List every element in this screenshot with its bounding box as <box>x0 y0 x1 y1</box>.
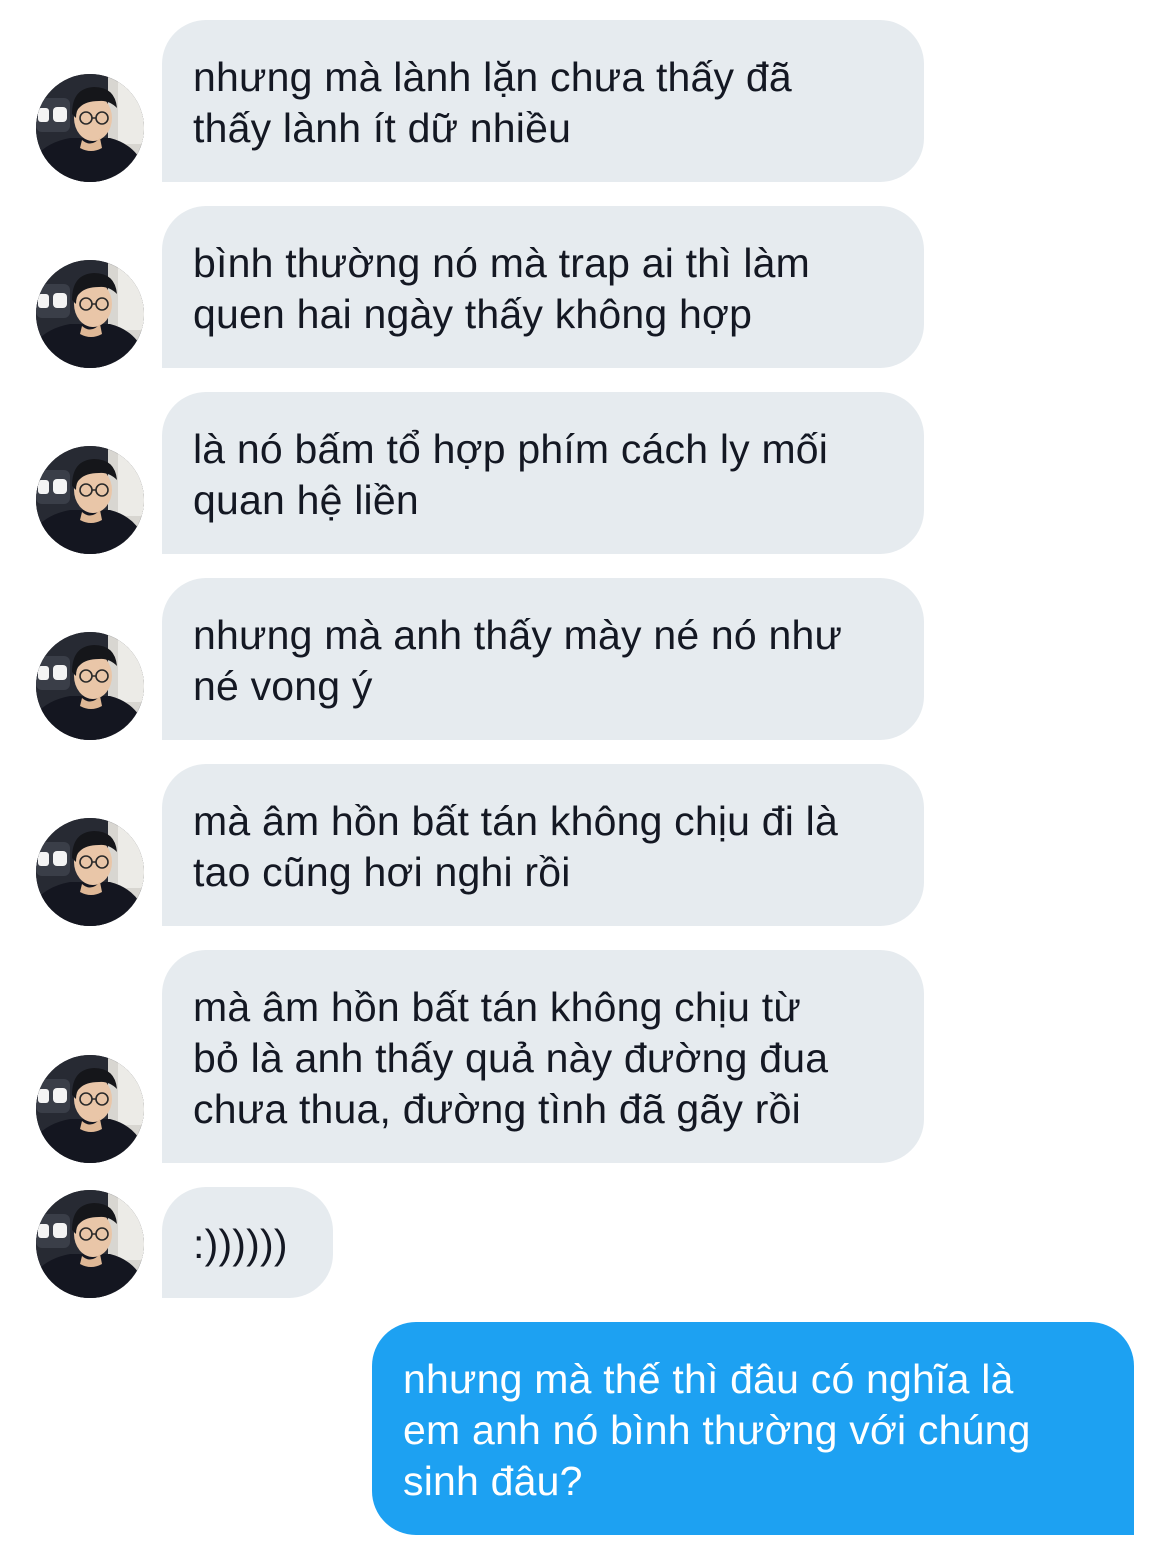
sender-avatar[interactable] <box>36 446 144 554</box>
conversation-thread: nhưng mà lành lặn chưa thấy đã thấy lành… <box>0 0 1170 1545</box>
profile-photo-icon <box>36 74 144 182</box>
sender-avatar[interactable] <box>36 1055 144 1163</box>
profile-photo-icon <box>36 260 144 368</box>
profile-photo-icon <box>36 818 144 926</box>
incoming-message-bubble[interactable]: là nó bấm tổ hợp phím cách ly mối quan h… <box>162 392 924 554</box>
sender-avatar[interactable] <box>36 632 144 740</box>
incoming-message-bubble[interactable]: nhưng mà lành lặn chưa thấy đã thấy lành… <box>162 20 924 182</box>
sender-avatar[interactable] <box>36 1190 144 1298</box>
profile-photo-icon <box>36 1190 144 1298</box>
profile-photo-icon <box>36 632 144 740</box>
profile-photo-icon <box>36 1055 144 1163</box>
outgoing-message-bubble[interactable]: nhưng mà thế thì đâu có nghĩa là em anh … <box>372 1322 1134 1535</box>
profile-photo-icon <box>36 446 144 554</box>
sender-avatar[interactable] <box>36 260 144 368</box>
incoming-message-bubble[interactable]: nhưng mà anh thấy mày né nó như né vong … <box>162 578 924 740</box>
incoming-message-bubble[interactable]: mà âm hồn bất tán không chịu từ bỏ là an… <box>162 950 924 1163</box>
incoming-message-bubble[interactable]: bình thường nó mà trap ai thì làm quen h… <box>162 206 924 368</box>
sender-avatar[interactable] <box>36 818 144 926</box>
sender-avatar[interactable] <box>36 74 144 182</box>
incoming-message-bubble[interactable]: :)))))) <box>162 1187 333 1298</box>
incoming-message-bubble[interactable]: mà âm hồn bất tán không chịu đi là tao c… <box>162 764 924 926</box>
